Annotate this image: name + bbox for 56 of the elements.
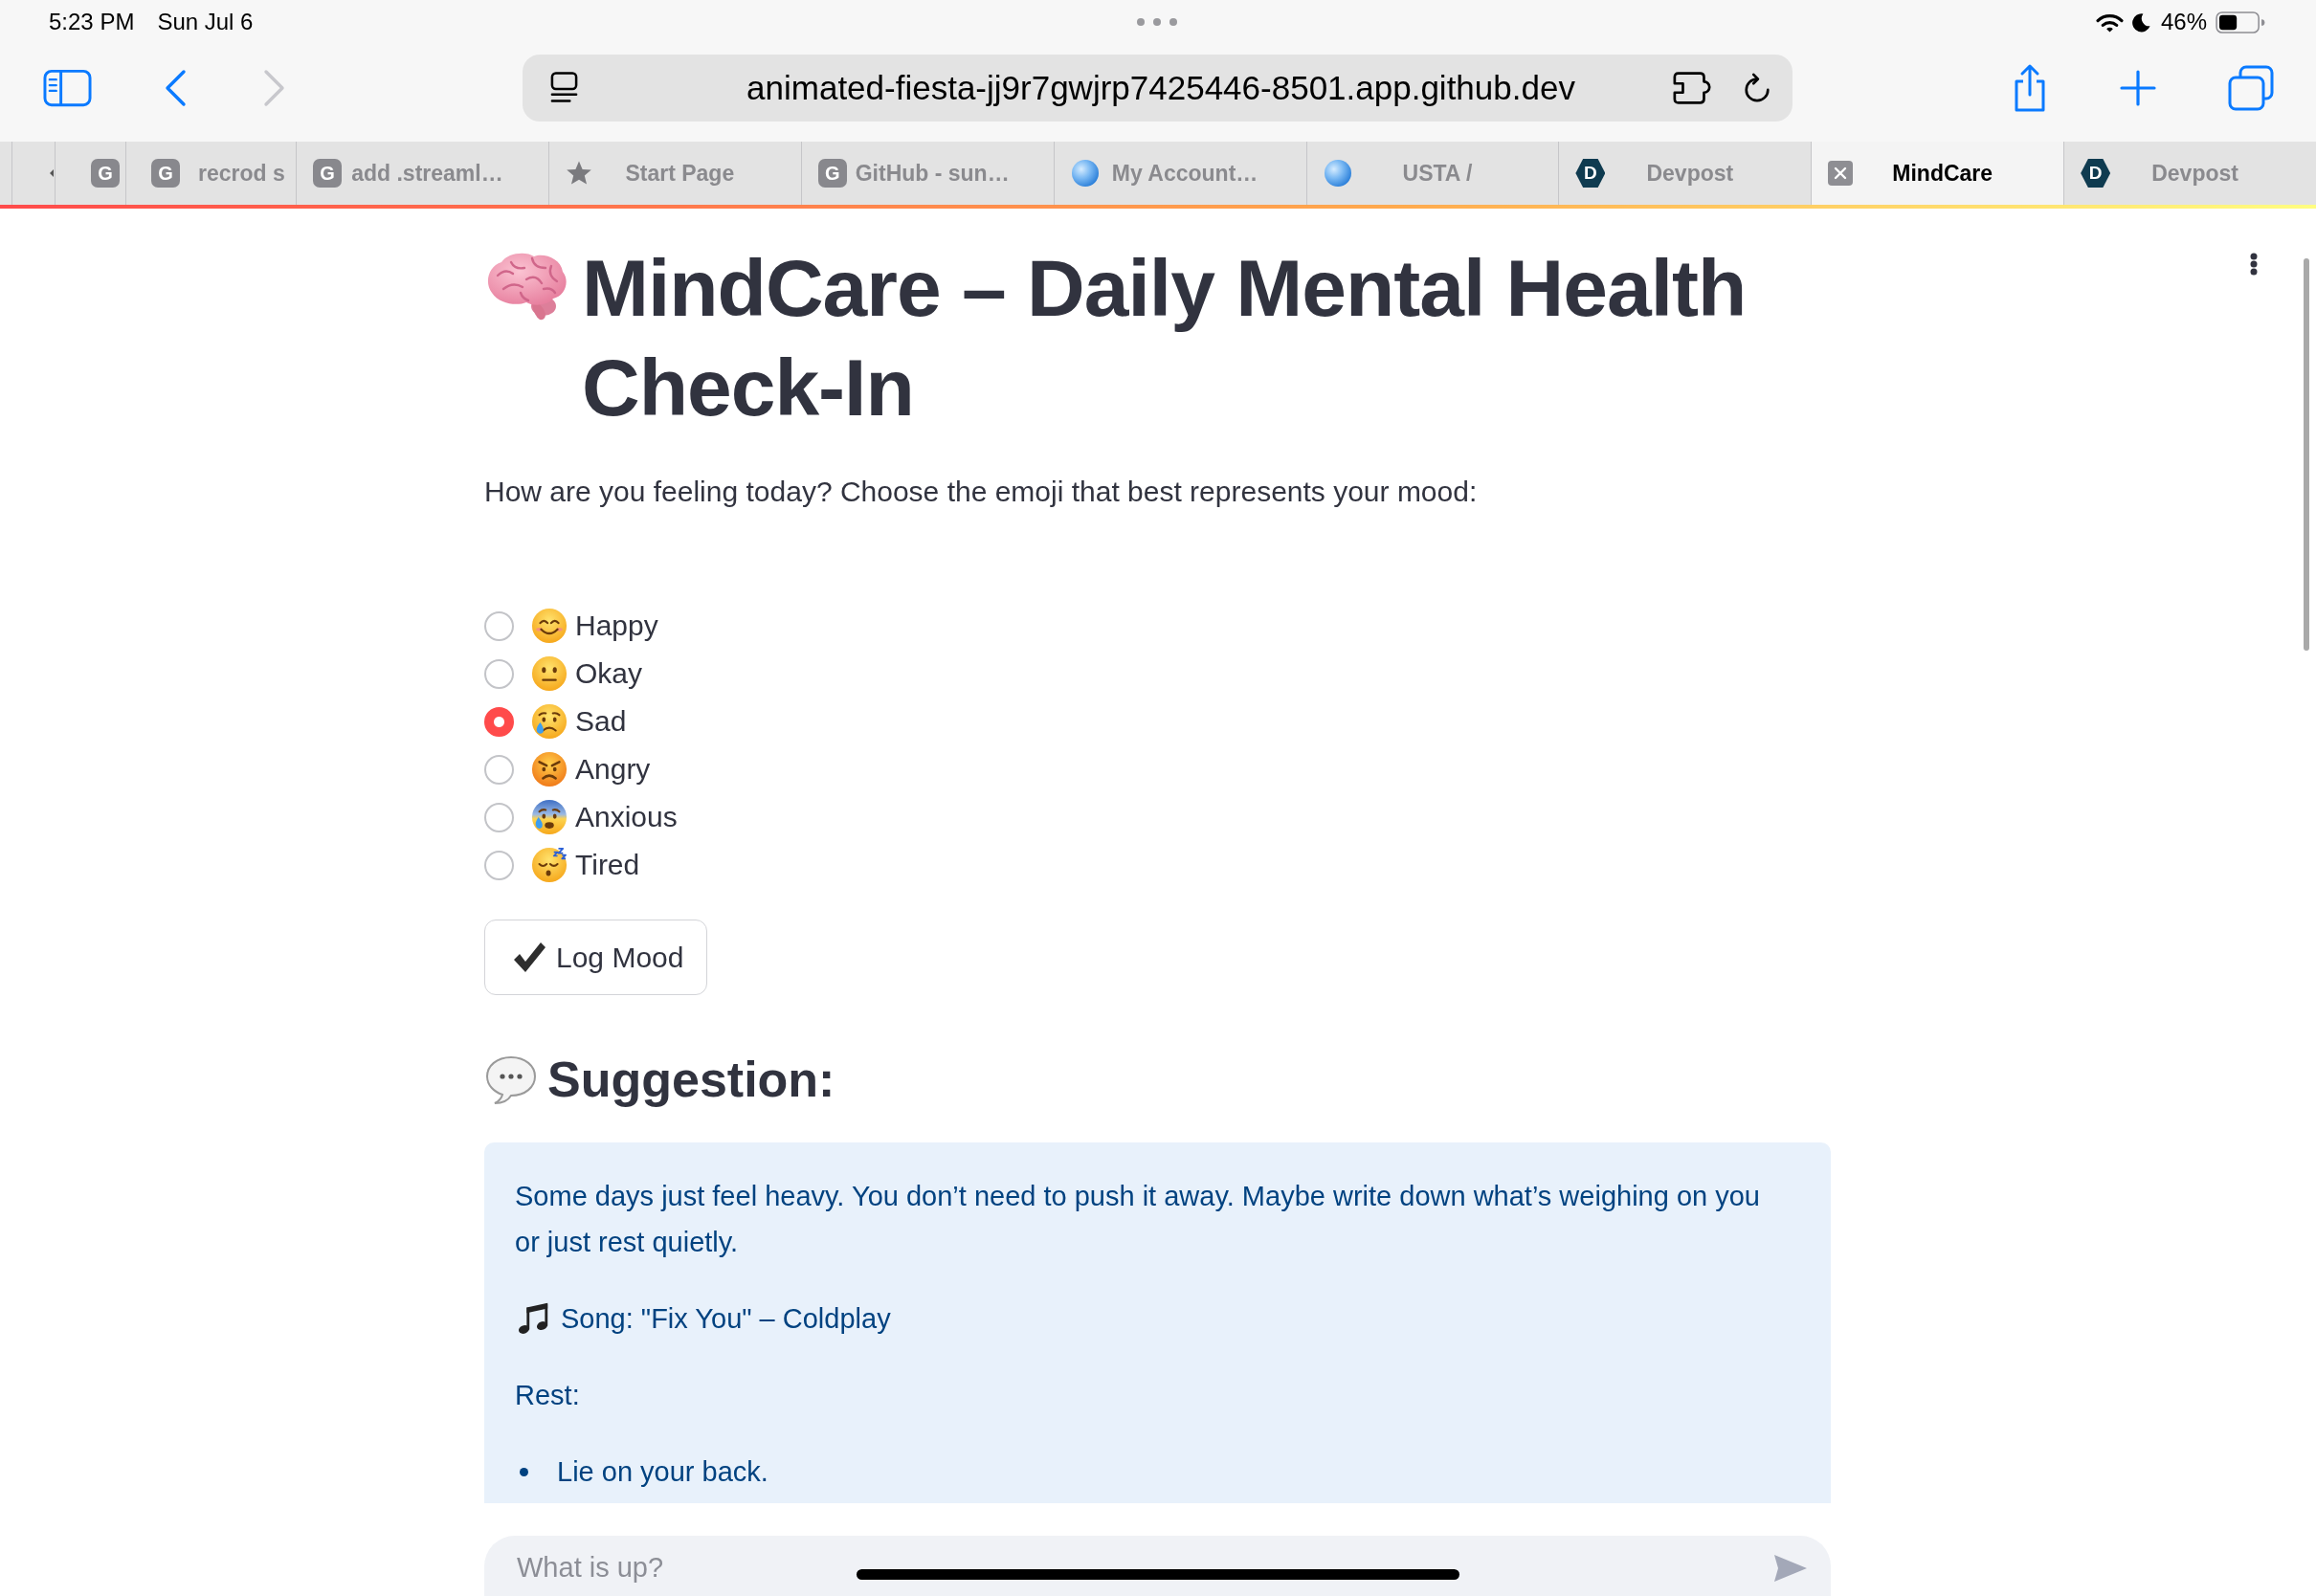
anxious-face-icon <box>531 799 568 835</box>
smiling-face-icon <box>531 608 568 644</box>
overlapping-squares-icon[interactable] <box>2228 65 2274 111</box>
letter-tile: G <box>151 159 180 188</box>
suggestion-text: Some days just feel heavy. You don’t need to push it away. Maybe write down what’s weighing on you or just rest quietly. <box>515 1180 1761 1259</box>
sphere-icon <box>1070 159 1100 188</box>
rest-label: Rest: <box>515 1379 581 1412</box>
list-item-text: Lie on your back. <box>557 1455 768 1489</box>
three-dots-icon[interactable] <box>1136 17 1178 27</box>
status-time: 5:23 PM <box>49 9 135 35</box>
close-icon[interactable] <box>1828 161 1854 186</box>
sphere-icon <box>1323 159 1352 188</box>
wifi-icon <box>2095 11 2124 33</box>
crying-face-icon <box>531 703 568 740</box>
more-options-icon[interactable] <box>2248 253 2260 276</box>
radio-button[interactable] <box>484 802 514 832</box>
hexagon-letter-tile: D <box>2081 158 2111 188</box>
section-heading: Suggestion: <box>547 1051 835 1108</box>
radio-label[interactable]: Sad <box>575 702 627 741</box>
back-icon[interactable] <box>163 69 188 107</box>
speech-bubble-icon <box>484 1053 538 1105</box>
radio-button[interactable] <box>484 754 514 785</box>
letter-tile: G <box>91 159 120 188</box>
chat-input[interactable]: What is up? <box>484 1536 1831 1596</box>
bullet-icon <box>520 1467 528 1476</box>
page-title: MindCare – Daily Mental Health Check-In <box>582 242 1748 434</box>
moon-icon <box>2130 11 2151 33</box>
sidebar-icon[interactable] <box>43 69 92 107</box>
neutral-face-icon <box>531 655 568 692</box>
radio-label[interactable]: Okay <box>575 654 643 693</box>
angry-face-icon <box>531 751 568 787</box>
star-icon <box>565 160 592 187</box>
send-icon[interactable] <box>1772 1553 1809 1584</box>
browser-tab[interactable]: MindCare <box>1811 142 2064 205</box>
radio-button[interactable] <box>484 706 514 737</box>
letter-tile: G <box>817 159 847 188</box>
scrollbar[interactable] <box>2304 258 2309 651</box>
hexagon-letter-tile: D <box>1575 158 1606 188</box>
letter-tile: G <box>313 159 342 188</box>
status-date: Sun Jul 6 <box>157 9 254 35</box>
prompt-text: How are you feeling today? Choose the emoji that best represents your mood: <box>484 475 1479 509</box>
radio-label[interactable]: Anxious <box>575 798 678 836</box>
battery-icon <box>2216 11 2265 33</box>
radio-label[interactable]: Happy <box>575 607 658 645</box>
song-text: Song: "Fix You" – Coldplay <box>561 1302 891 1336</box>
address-field[interactable]: animated-fiesta-jj9r7gwjrp7425446-8501.app.github.dev <box>523 55 1793 122</box>
radio-button[interactable] <box>484 658 514 689</box>
radio-button[interactable] <box>484 850 514 880</box>
radio-button[interactable] <box>484 610 514 641</box>
sleeping-face-icon <box>531 847 568 883</box>
plus-icon[interactable] <box>2119 69 2157 107</box>
radio-label[interactable]: Angry <box>575 750 651 788</box>
log-mood-button[interactable]: Log Mood <box>484 920 708 995</box>
radio-label[interactable]: Tired <box>575 846 640 884</box>
battery-percentage: 46% <box>2160 9 2207 35</box>
page-menu-icon[interactable] <box>549 71 579 105</box>
